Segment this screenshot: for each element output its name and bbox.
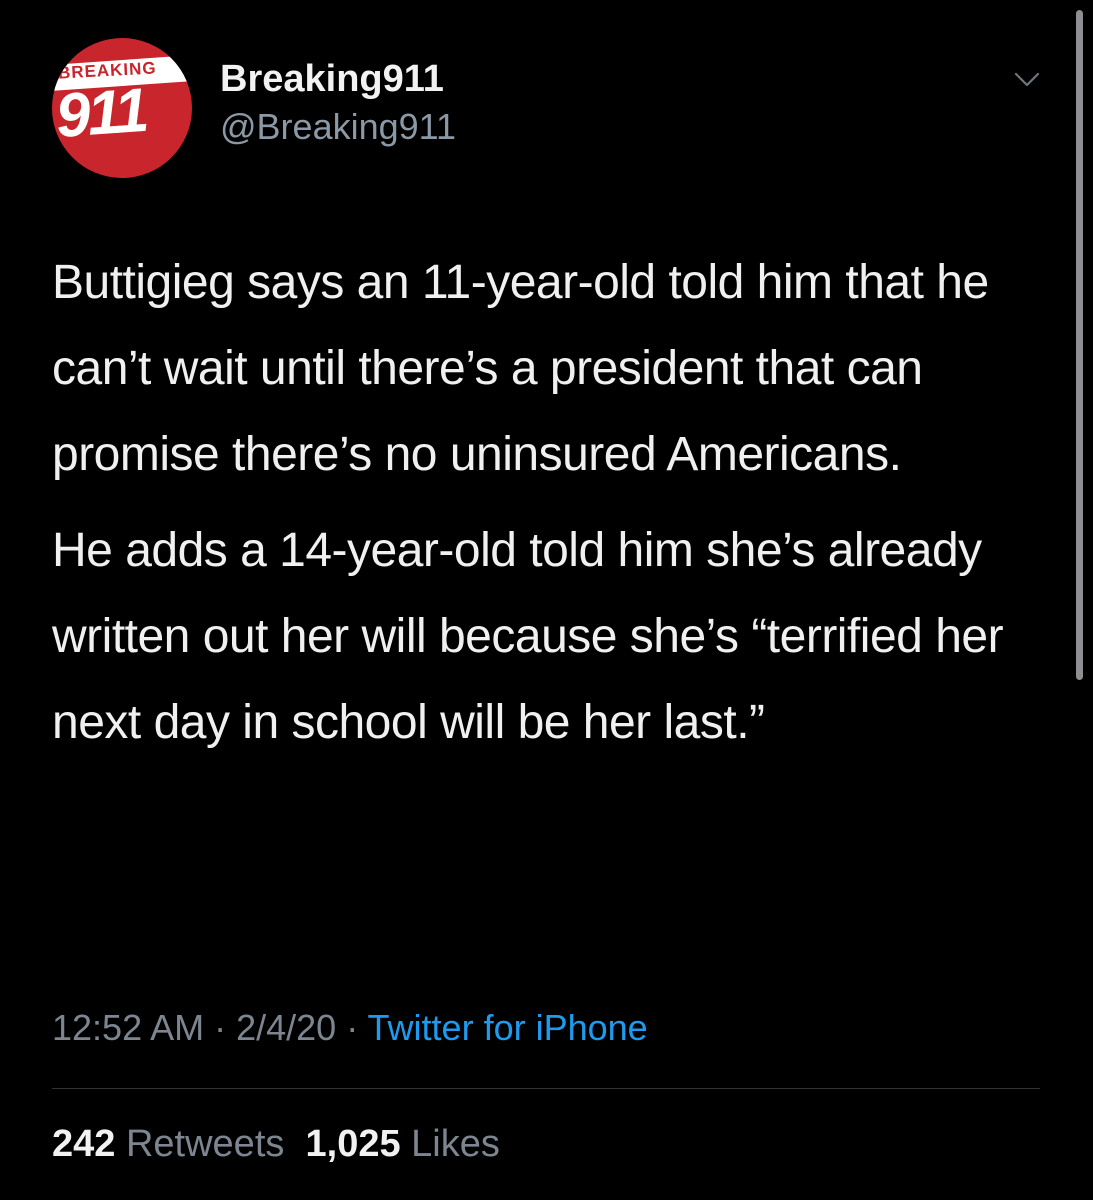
tweet-stats: 242 Retweets 1,025 Likes [52, 1120, 500, 1168]
chevron-down-icon[interactable] [1014, 66, 1040, 92]
meta-separator: · [336, 1007, 368, 1048]
tweet-time[interactable]: 12:52 AM [52, 1007, 204, 1048]
author-names: Breaking911 @Breaking911 [220, 56, 456, 150]
tweet-source-link[interactable]: Twitter for iPhone [368, 1007, 648, 1048]
retweets-stat[interactable]: 242 Retweets [52, 1123, 284, 1165]
tweet-paragraph: Buttigieg says an 11-year-old told him t… [52, 256, 989, 481]
avatar-logo-number: 911 [53, 75, 149, 152]
tweet-body: Buttigieg says an 11-year-old told him t… [52, 240, 1042, 766]
author-handle[interactable]: @Breaking911 [220, 104, 456, 150]
tweet-header: BREAKING 911 Breaking911 @Breaking911 [52, 38, 1052, 178]
likes-stat[interactable]: 1,025 Likes [306, 1123, 500, 1165]
likes-label: Likes [411, 1123, 500, 1165]
tweet-paragraph: He adds a 14-year-old told him she’s alr… [52, 524, 1004, 749]
retweets-label: Retweets [125, 1123, 285, 1165]
tweet-meta: 12:52 AM · 2/4/20 · Twitter for iPhone [52, 1004, 648, 1052]
divider [52, 1088, 1040, 1089]
retweets-count: 242 [52, 1123, 116, 1165]
meta-separator: · [204, 1007, 237, 1048]
scrollbar[interactable] [1076, 10, 1083, 680]
likes-count: 1,025 [305, 1123, 401, 1165]
avatar[interactable]: BREAKING 911 [52, 38, 192, 178]
author-display-name[interactable]: Breaking911 [220, 56, 456, 102]
tweet-date[interactable]: 2/4/20 [236, 1007, 336, 1048]
